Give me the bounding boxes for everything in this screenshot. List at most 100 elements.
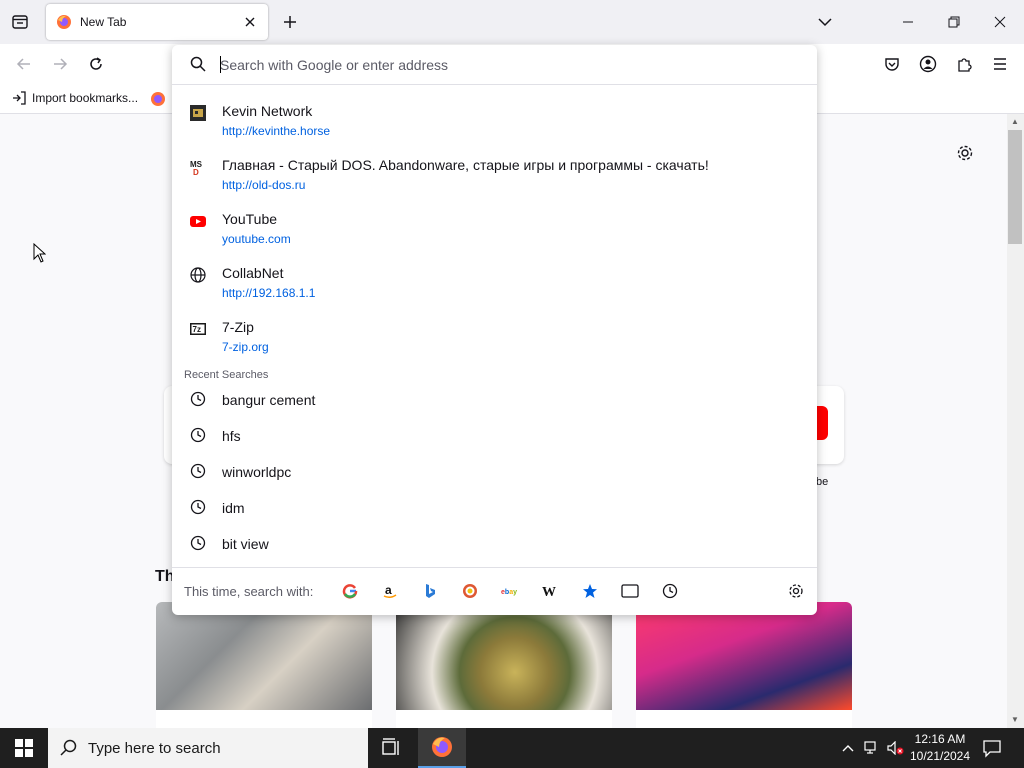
restore-icon	[948, 16, 960, 28]
bookmarks-search-button[interactable]	[581, 582, 599, 600]
customize-button[interactable]	[956, 144, 974, 165]
one-off-search-bar: This time, search with: a ebay W	[172, 567, 817, 615]
clock-icon	[662, 583, 678, 599]
suggestion-row[interactable]: YouTube youtube.com	[182, 205, 807, 255]
suggestion-row[interactable]: MS D Главная - Старый DOS. Abandonware, с…	[182, 151, 807, 201]
clock-icon	[190, 391, 206, 407]
volume-button[interactable]	[886, 738, 906, 758]
story-card[interactable]	[396, 602, 612, 728]
svg-text:D: D	[193, 168, 199, 175]
recent-search-row[interactable]: hfs	[182, 419, 807, 453]
extensions-button[interactable]	[954, 54, 974, 74]
system-clock[interactable]: 12:16 AM 10/21/2024	[906, 731, 974, 765]
gear-icon	[789, 584, 803, 598]
scrollbar-thumb[interactable]	[1008, 130, 1022, 244]
account-button[interactable]	[918, 54, 938, 74]
kevin-network-favicon	[190, 105, 206, 121]
app-menu-button[interactable]	[990, 54, 1010, 74]
svg-text:ebay: ebay	[501, 589, 517, 596]
task-view-icon	[382, 738, 399, 755]
globe-icon	[190, 267, 206, 283]
tab-new-tab[interactable]: New Tab	[46, 4, 268, 40]
bing-engine-button[interactable]	[421, 582, 439, 600]
back-button[interactable]	[14, 54, 34, 74]
reload-icon	[90, 57, 102, 70]
network-button[interactable]	[862, 738, 882, 758]
chevron-down-icon	[818, 18, 832, 27]
forward-button[interactable]	[50, 54, 70, 74]
story-card[interactable]	[156, 602, 372, 728]
arrow-right-icon	[54, 58, 68, 70]
tabs-search-button[interactable]	[621, 582, 639, 600]
windows-logo-icon	[15, 739, 33, 757]
firefox-logo-icon	[57, 15, 71, 29]
close-icon	[245, 17, 255, 27]
windows-taskbar: Type here to search 12:16 AM 10/21/2024	[0, 728, 1024, 768]
svg-text:a: a	[385, 583, 392, 597]
clock-icon	[190, 499, 206, 515]
taskbar-search-box[interactable]: Type here to search	[48, 728, 368, 768]
network-icon	[864, 741, 876, 754]
duckduckgo-engine-button[interactable]	[461, 582, 479, 600]
ebay-icon: ebay	[501, 589, 517, 596]
reload-button[interactable]	[86, 54, 106, 74]
restore-button[interactable]	[944, 12, 964, 32]
suggestion-url: http://192.168.1.1	[222, 286, 316, 300]
start-button[interactable]	[0, 728, 48, 768]
plus-icon	[284, 16, 296, 28]
clock-icon	[190, 463, 206, 479]
minimize-button[interactable]	[898, 12, 918, 32]
ebay-engine-button[interactable]: ebay	[501, 582, 519, 600]
amazon-engine-button[interactable]: a	[381, 582, 399, 600]
taskbar-firefox[interactable]	[418, 728, 466, 768]
history-search-button[interactable]	[661, 582, 679, 600]
suggestion-title: YouTube	[222, 211, 278, 227]
tab-close-button[interactable]	[242, 14, 258, 30]
google-engine-button[interactable]	[341, 582, 359, 600]
close-window-button[interactable]	[990, 12, 1010, 32]
recent-search-text: winworldpc	[222, 464, 292, 480]
firefox-view-button[interactable]	[8, 12, 32, 32]
tab-strip: New Tab	[0, 0, 1024, 44]
task-view-button[interactable]	[380, 738, 402, 758]
show-hidden-icons-button[interactable]	[838, 738, 858, 758]
urlbar[interactable]	[172, 45, 817, 85]
recent-search-text: idm	[222, 500, 245, 516]
one-off-search-label: This time, search with:	[184, 584, 314, 599]
youtube-favicon	[190, 216, 206, 227]
recent-search-text: bangur cement	[222, 392, 316, 408]
search-settings-button[interactable]	[787, 582, 805, 600]
new-tab-button[interactable]	[280, 12, 300, 32]
wikipedia-engine-button[interactable]: W	[541, 582, 559, 600]
import-icon	[13, 91, 26, 105]
search-icon	[60, 739, 77, 756]
bookmark-firefox[interactable]	[150, 91, 166, 110]
scroll-down-arrow[interactable]: ▼	[1010, 714, 1020, 724]
recent-search-row[interactable]: bangur cement	[182, 383, 807, 417]
suggestion-row[interactable]: CollabNet http://192.168.1.1	[182, 259, 807, 309]
clock-time: 12:16 AM	[914, 732, 966, 746]
action-center-button[interactable]	[982, 738, 1002, 758]
minimize-icon	[903, 21, 913, 23]
scroll-up-arrow[interactable]: ▲	[1010, 116, 1020, 126]
arrow-left-icon	[16, 58, 30, 70]
suggestion-row[interactable]: 7z 7-Zip 7-zip.org	[182, 313, 807, 363]
story-card[interactable]	[636, 602, 852, 728]
amazon-icon: a	[383, 583, 397, 599]
recent-search-row[interactable]: winworldpc	[182, 455, 807, 489]
svg-text:7z: 7z	[193, 325, 201, 334]
import-bookmarks-button[interactable]: Import bookmarks...	[12, 91, 138, 105]
import-bookmarks-label: Import bookmarks...	[32, 91, 139, 105]
suggestion-row[interactable]: Kevin Network http://kevinthe.horse	[182, 97, 807, 147]
url-input[interactable]	[220, 55, 780, 75]
recent-searches-heading: Recent Searches	[184, 369, 269, 381]
suggestion-title: CollabNet	[222, 265, 284, 281]
volume-muted-icon	[887, 741, 904, 755]
list-all-tabs-button[interactable]	[815, 12, 835, 32]
pocket-button[interactable]	[882, 54, 902, 74]
svg-text:W: W	[542, 585, 556, 599]
suggestion-title: 7-Zip	[222, 319, 254, 335]
recent-search-row[interactable]: bit view	[182, 527, 807, 561]
recent-search-row[interactable]: idm	[182, 491, 807, 525]
suggestion-url: 7-zip.org	[222, 340, 269, 354]
